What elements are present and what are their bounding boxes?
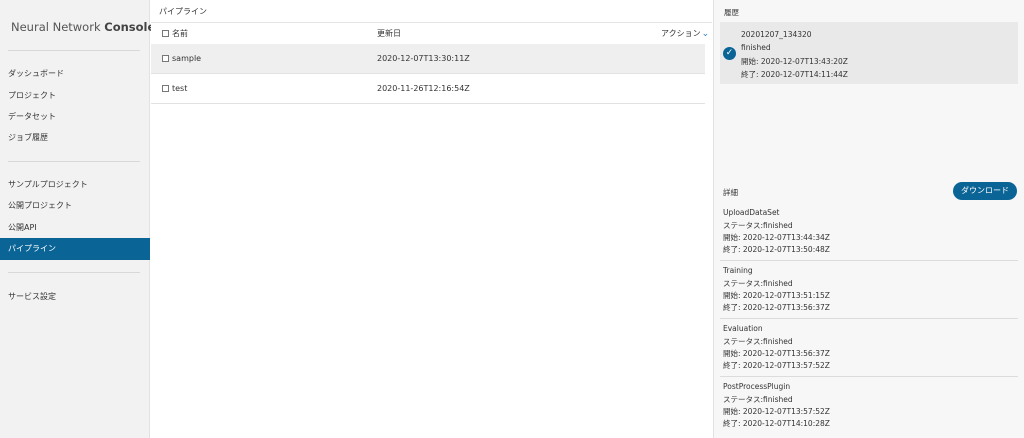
row-updated: 2020-11-26T12:16:54Z xyxy=(377,84,470,93)
check-circle-icon: ✓ xyxy=(723,47,736,60)
sidebar-item-service-settings[interactable]: サービス設定 xyxy=(0,286,150,308)
step-start: 開始: 2020-12-07T13:51:15Z xyxy=(723,291,830,300)
title-divider xyxy=(151,22,712,23)
app-logo: Neural Network Console xyxy=(11,20,155,34)
history-entry-end: 終了: 2020-12-07T14:11:44Z xyxy=(741,70,848,79)
history-title: 履歴 xyxy=(724,8,739,17)
step-start: 開始: 2020-12-07T13:57:52Z xyxy=(723,407,830,416)
row-name-cell: sample xyxy=(162,54,201,63)
sidebar-divider xyxy=(8,50,140,51)
chevron-down-icon[interactable]: ⌄ xyxy=(702,29,710,39)
table-row[interactable]: test 2020-11-26T12:16:54Z xyxy=(151,74,705,104)
sidebar-divider xyxy=(8,161,140,162)
row-updated: 2020-12-07T13:30:11Z xyxy=(377,54,470,63)
step-status: ステータス:finished xyxy=(723,337,793,346)
sidebar-divider xyxy=(8,272,140,273)
column-label-name: 名前 xyxy=(172,29,188,38)
sidebar-item-pipeline[interactable]: パイプライン xyxy=(0,238,150,260)
step-name: UploadDataSet xyxy=(723,208,780,217)
row-name-cell: test xyxy=(162,84,187,93)
step-divider xyxy=(720,376,1018,377)
brand-name-bold: Console xyxy=(104,20,156,34)
checkbox-icon[interactable] xyxy=(162,85,169,92)
step-status: ステータス:finished xyxy=(723,395,793,404)
step-end: 終了: 2020-12-07T13:57:52Z xyxy=(723,361,830,370)
step-end: 終了: 2020-12-07T14:10:28Z xyxy=(723,419,830,428)
brand-name: Neural Network xyxy=(11,20,105,34)
column-header-updated[interactable]: 更新日 xyxy=(377,28,401,39)
history-entry-status: finished xyxy=(741,43,771,52)
step-divider xyxy=(720,260,1018,261)
step-start: 開始: 2020-12-07T13:56:37Z xyxy=(723,349,830,358)
details-panel: 履歴 ✓ 20201207_134320 finished 開始: 2020-1… xyxy=(713,0,1024,438)
step-name: PostProcessPlugin xyxy=(723,382,791,391)
sidebar-item-public-api[interactable]: 公開API xyxy=(0,217,150,239)
row-name[interactable]: test xyxy=(172,84,187,93)
details-title: 詳細 xyxy=(723,188,738,197)
step-status: ステータス:finished xyxy=(723,221,793,230)
row-name[interactable]: sample xyxy=(172,54,201,63)
step-end: 終了: 2020-12-07T13:50:48Z xyxy=(723,245,830,254)
step-name: Evaluation xyxy=(723,324,763,333)
history-entry-id: 20201207_134320 xyxy=(741,30,812,39)
step-start: 開始: 2020-12-07T13:44:34Z xyxy=(723,233,830,242)
checkbox-icon[interactable] xyxy=(162,30,169,37)
sidebar: Neural Network Console ダッシュボード プロジェクト デー… xyxy=(0,0,155,438)
table-row[interactable]: sample 2020-12-07T13:30:11Z xyxy=(151,44,705,74)
sidebar-item-job-history[interactable]: ジョブ履歴 xyxy=(0,127,150,149)
download-button[interactable]: ダウンロード xyxy=(953,182,1017,200)
checkbox-icon[interactable] xyxy=(162,55,169,62)
step-status: ステータス:finished xyxy=(723,279,793,288)
sidebar-item-datasets[interactable]: データセット xyxy=(0,106,150,128)
history-entry-start: 開始: 2020-12-07T13:43:20Z xyxy=(741,57,848,66)
sidebar-item-dashboard[interactable]: ダッシュボード xyxy=(0,63,150,85)
column-label-action: アクション xyxy=(661,29,701,38)
column-header-action[interactable]: アクション⌄ xyxy=(661,28,709,39)
sidebar-item-projects[interactable]: プロジェクト xyxy=(0,85,150,107)
sidebar-item-sample-projects[interactable]: サンプルプロジェクト xyxy=(0,174,150,196)
pipeline-list-panel: パイプライン 名前 更新日 アクション⌄ sample 2020-12-07T1… xyxy=(151,0,712,438)
step-name: Training xyxy=(723,266,753,275)
sidebar-item-public-projects[interactable]: 公開プロジェクト xyxy=(0,195,150,217)
column-header-name: 名前 xyxy=(162,28,188,39)
step-divider xyxy=(720,318,1018,319)
history-entry-card[interactable]: ✓ 20201207_134320 finished 開始: 2020-12-0… xyxy=(720,22,1018,84)
step-end: 終了: 2020-12-07T13:56:37Z xyxy=(723,303,830,312)
page-title: パイプライン xyxy=(159,7,207,16)
